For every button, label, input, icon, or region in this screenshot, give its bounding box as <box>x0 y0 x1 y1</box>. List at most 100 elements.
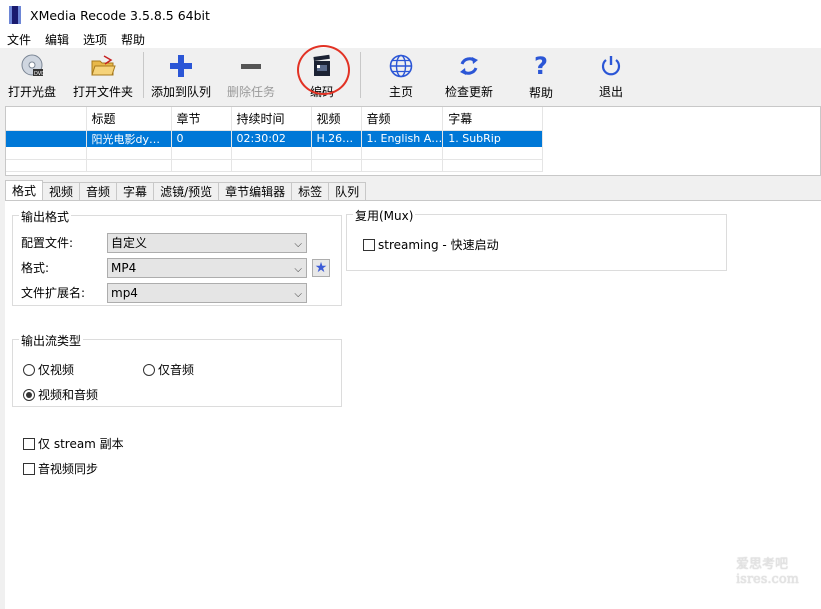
plus-icon <box>168 53 194 78</box>
audio-only-radio[interactable]: 仅音频 <box>143 361 194 378</box>
column-header[interactable]: 音频 <box>361 107 444 131</box>
profile-label: 配置文件: <box>21 236 74 250</box>
globe-icon <box>388 53 414 78</box>
stream-copy-only-label: 仅 stream 副本 <box>38 437 124 451</box>
column-header[interactable]: 标题 <box>86 107 172 131</box>
chevron-down-icon: ⌵ <box>294 264 302 275</box>
svg-text:DVD: DVD <box>34 71 44 77</box>
toolbar: DVD 打开光盘 打开文件夹 添加到队列 删除任务 编码 主页 检查更新 ? 帮… <box>0 48 821 102</box>
chevron-down-icon: ⌵ <box>294 289 302 300</box>
add-to-queue-button[interactable]: 添加到队列 <box>151 50 211 100</box>
table-cell: 阳光电影dy… <box>86 130 172 147</box>
chevron-down-icon: ⌵ <box>294 239 302 250</box>
av-sync-label: 音视频同步 <box>38 462 99 476</box>
film-app-icon <box>9 6 21 24</box>
tab-queue[interactable]: 队列 <box>329 182 367 201</box>
format-select[interactable]: MP4 ⌵ <box>107 258 307 278</box>
settings-tabs: 格式 视频 音频 字幕 滤镜/预览 章节编辑器 标签 队列 <box>5 180 367 201</box>
profile-value: 自定义 <box>111 236 148 250</box>
menu-help[interactable]: 帮助 <box>114 31 152 48</box>
menu-file[interactable]: 文件 <box>0 31 38 48</box>
home-button[interactable]: 主页 <box>388 50 414 100</box>
tab-filter-preview[interactable]: 滤镜/预览 <box>154 182 220 201</box>
file-table-header: 标题 章节 持续时间 视频 音频 字幕 <box>6 107 544 131</box>
tab-chapter-editor[interactable]: 章节编辑器 <box>219 182 293 201</box>
checkbox-box <box>23 437 35 450</box>
file-table: 标题 章节 持续时间 视频 音频 字幕 阳光电影dy… 0 02:30:02 H… <box>6 107 544 172</box>
toolbar-separator <box>360 52 361 98</box>
extension-value: mp4 <box>111 286 138 300</box>
open-disc-button[interactable]: DVD 打开光盘 <box>8 50 56 100</box>
column-header[interactable]: 视频 <box>311 107 362 131</box>
checkbox-box <box>23 462 35 475</box>
star-icon: ★ <box>314 260 328 276</box>
video-only-label: 仅视频 <box>38 363 75 377</box>
av-sync-checkbox[interactable]: 音视频同步 <box>23 460 98 477</box>
column-header[interactable] <box>6 107 87 131</box>
profile-select[interactable]: 自定义 ⌵ <box>107 233 307 253</box>
table-cell: 02:30:02 <box>231 130 312 147</box>
file-list[interactable]: 标题 章节 持续时间 视频 音频 字幕 阳光电影dy… 0 02:30:02 H… <box>5 106 821 176</box>
video-and-audio-label: 视频和音频 <box>38 388 99 402</box>
folder-icon <box>90 53 116 78</box>
streaming-fast-start-checkbox[interactable]: streaming - 快速启动 <box>363 236 499 253</box>
help-button[interactable]: ? 帮助 <box>528 50 554 100</box>
favorite-star-button[interactable]: ★ <box>312 259 330 277</box>
power-icon <box>598 53 624 78</box>
extension-select[interactable]: mp4 ⌵ <box>107 283 307 303</box>
radio-circle <box>23 363 35 376</box>
open-folder-button[interactable]: 打开文件夹 <box>73 50 133 100</box>
column-header[interactable]: 持续时间 <box>231 107 312 131</box>
watermark-line-1: 爱思考吧 <box>736 557 789 572</box>
table-row-empty <box>6 147 544 160</box>
stream-copy-only-checkbox[interactable]: 仅 stream 副本 <box>23 435 124 452</box>
format-value: MP4 <box>111 261 137 275</box>
tab-subtitle[interactable]: 字幕 <box>117 182 155 201</box>
output-format-group: 输出格式 配置文件: 自定义 ⌵ 格式: MP4 ⌵ ★ 文件扩展名: mp4 … <box>12 208 342 306</box>
highlight-circle <box>297 45 350 95</box>
delete-task-button[interactable]: 删除任务 <box>227 50 275 100</box>
mux-title: 复用(Mux) <box>353 207 416 224</box>
format-panel: 输出格式 配置文件: 自定义 ⌵ 格式: MP4 ⌵ ★ 文件扩展名: mp4 … <box>5 200 821 609</box>
table-cell: 1. SubRip <box>442 130 544 147</box>
menu-options[interactable]: 选项 <box>76 31 114 48</box>
mux-group: 复用(Mux) streaming - 快速启动 <box>346 207 727 271</box>
table-row-empty <box>6 159 544 172</box>
audio-only-label: 仅音频 <box>158 363 195 377</box>
check-update-button[interactable]: 检查更新 <box>445 50 493 100</box>
watermark: 爱思考吧 isres.com <box>736 557 799 587</box>
column-header[interactable]: 章节 <box>171 107 232 131</box>
table-row[interactable]: 阳光电影dy… 0 02:30:02 H.26… 1. English A… 1… <box>6 130 544 147</box>
checkbox-box <box>363 238 375 251</box>
column-header[interactable]: 字幕 <box>442 107 544 131</box>
stream-type-title: 输出流类型 <box>19 332 84 349</box>
format-label: 格式: <box>21 261 50 275</box>
toolbar-separator <box>143 52 144 98</box>
extension-label: 文件扩展名: <box>21 286 86 300</box>
tab-tags[interactable]: 标签 <box>292 182 330 201</box>
menu-edit[interactable]: 编辑 <box>38 31 76 48</box>
radio-circle-selected <box>23 388 35 401</box>
video-only-radio[interactable]: 仅视频 <box>23 361 74 378</box>
watermark-line-2: isres.com <box>736 572 799 587</box>
question-icon: ? <box>534 52 548 80</box>
exit-button[interactable]: 退出 <box>598 50 624 100</box>
stream-type-group: 输出流类型 仅视频 仅音频 视频和音频 <box>12 332 342 407</box>
tab-video[interactable]: 视频 <box>43 182 81 201</box>
table-cell <box>6 130 87 147</box>
minus-icon <box>238 53 264 78</box>
table-cell: H.26… <box>311 130 362 147</box>
radio-circle <box>143 363 155 376</box>
tab-format[interactable]: 格式 <box>5 180 44 201</box>
disc-icon: DVD <box>19 53 45 78</box>
output-format-title: 输出格式 <box>19 208 72 225</box>
table-cell: 1. English A… <box>361 130 444 147</box>
refresh-icon <box>456 53 482 78</box>
streaming-label: streaming - 快速启动 <box>378 238 499 252</box>
video-and-audio-radio[interactable]: 视频和音频 <box>23 386 98 403</box>
tab-audio[interactable]: 音频 <box>80 182 118 201</box>
menu-bar: 文件 编辑 选项 帮助 <box>0 30 821 48</box>
title-bar: XMedia Recode 3.5.8.5 64bit <box>0 0 821 30</box>
table-cell: 0 <box>171 130 232 147</box>
window-title: XMedia Recode 3.5.8.5 64bit <box>30 7 210 23</box>
